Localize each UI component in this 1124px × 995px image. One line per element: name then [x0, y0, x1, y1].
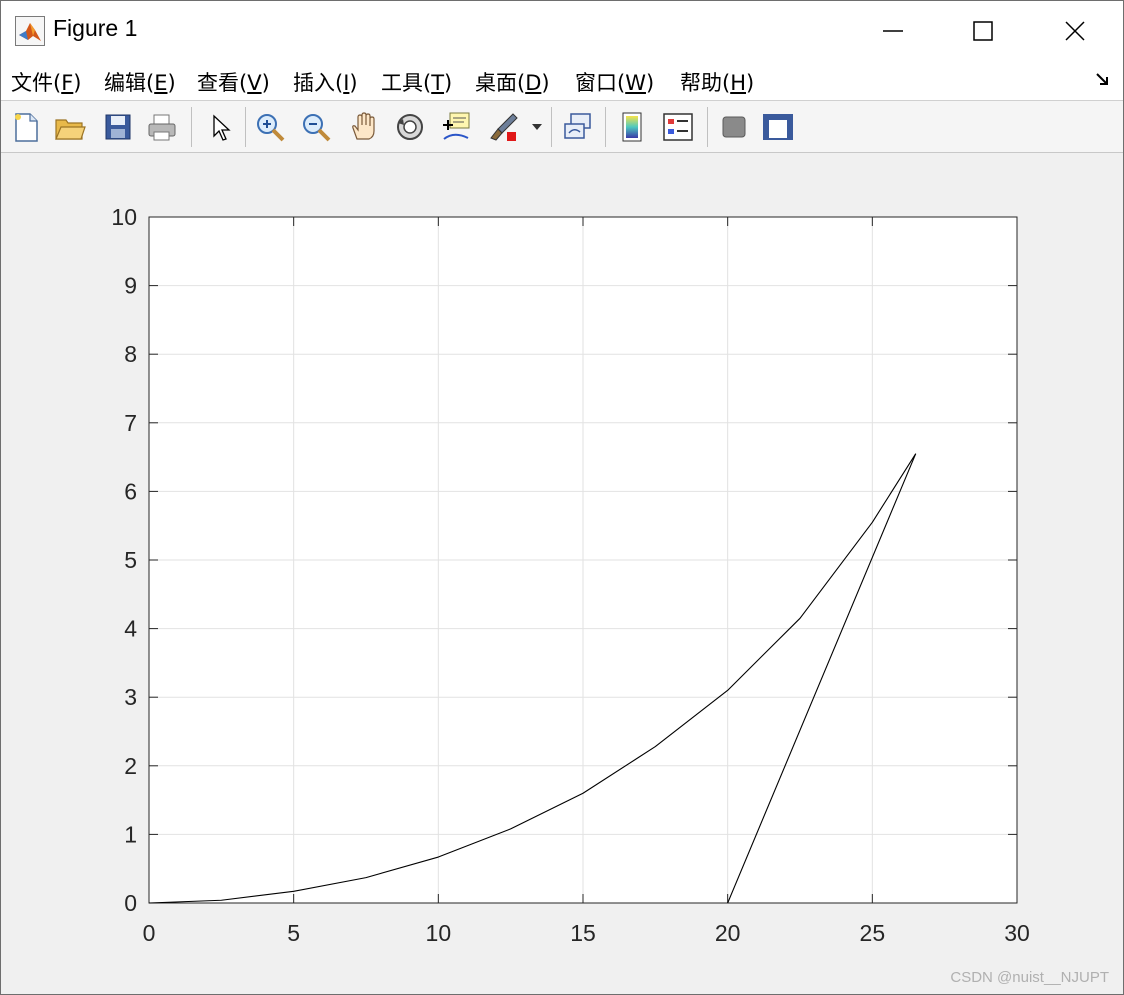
menu-insert[interactable]: 插入(I)	[293, 67, 358, 97]
legend-icon[interactable]	[661, 108, 695, 146]
menu-view[interactable]: 查看(V)	[197, 67, 270, 97]
x-tick-label: 25	[860, 920, 886, 946]
minimize-icon	[883, 30, 903, 32]
y-tick-label: 9	[124, 273, 137, 299]
menu-bar: 文件(F) 编辑(E) 查看(V) 插入(I) 工具(T) 桌面(D) 窗口(W…	[1, 61, 1123, 101]
maximize-button[interactable]	[937, 1, 1029, 61]
menu-window[interactable]: 窗口(W)	[575, 67, 654, 97]
y-tick-label: 3	[124, 684, 137, 710]
menu-edit[interactable]: 编辑(E)	[104, 67, 176, 97]
figure-toolbar	[1, 101, 1123, 153]
matlab-icon	[15, 16, 45, 46]
y-tick-label: 4	[124, 616, 137, 642]
brush-icon[interactable]	[487, 108, 521, 146]
show-plot-tools-icon[interactable]	[761, 108, 795, 146]
select-arrow-icon[interactable]	[203, 108, 237, 146]
figure-window: Figure 1 文件(F) 编辑(E) 查看(V) 插入(I) 工具(T) 桌…	[0, 0, 1124, 995]
close-button[interactable]	[1029, 1, 1121, 61]
x-tick-label: 20	[715, 920, 741, 946]
rotate-3d-icon[interactable]	[393, 108, 427, 146]
y-tick-label: 1	[124, 821, 137, 847]
maximize-icon	[973, 21, 993, 41]
y-tick-label: 6	[124, 478, 137, 504]
y-tick-label: 8	[124, 341, 137, 367]
x-tick-label: 10	[426, 920, 452, 946]
y-tick-label: 0	[124, 890, 137, 916]
save-icon[interactable]	[101, 108, 135, 146]
title-bar: Figure 1	[1, 1, 1123, 61]
y-tick-label: 5	[124, 547, 137, 573]
minimize-button[interactable]	[847, 1, 939, 61]
open-file-icon[interactable]	[53, 108, 87, 146]
figure-canvas: 0 5 10 15 20 25 30 0 1 2 3 4 5 6 7 8 9 10	[111, 204, 1030, 946]
y-tick-label: 7	[124, 410, 137, 436]
x-tick-label: 5	[287, 920, 300, 946]
close-icon	[1065, 21, 1085, 41]
colorbar-icon[interactable]	[615, 108, 649, 146]
menu-tools[interactable]: 工具(T)	[381, 67, 452, 97]
dock-figure-icon[interactable]	[1095, 71, 1111, 91]
menu-desktop[interactable]: 桌面(D)	[475, 67, 550, 97]
data-cursor-icon[interactable]	[439, 108, 473, 146]
y-tick-label: 2	[124, 753, 137, 779]
x-tick-label: 15	[570, 920, 596, 946]
watermark: CSDN @nuist__NJUPT	[950, 969, 1109, 986]
menu-help[interactable]: 帮助(H)	[680, 67, 754, 97]
link-plot-icon[interactable]	[561, 108, 595, 146]
zoom-in-icon[interactable]	[253, 108, 287, 146]
zoom-out-icon[interactable]	[299, 108, 333, 146]
x-tick-label: 0	[143, 920, 156, 946]
x-tick-label: 30	[1004, 920, 1030, 946]
pan-hand-icon[interactable]	[347, 108, 381, 146]
brush-dropdown-icon[interactable]	[527, 108, 547, 146]
menu-file[interactable]: 文件(F)	[11, 67, 82, 97]
y-tick-label: 10	[111, 204, 137, 230]
hide-plot-tools-icon[interactable]	[717, 108, 751, 146]
window-title: Figure 1	[53, 15, 138, 41]
print-icon[interactable]	[145, 108, 179, 146]
new-figure-icon[interactable]	[9, 108, 43, 146]
